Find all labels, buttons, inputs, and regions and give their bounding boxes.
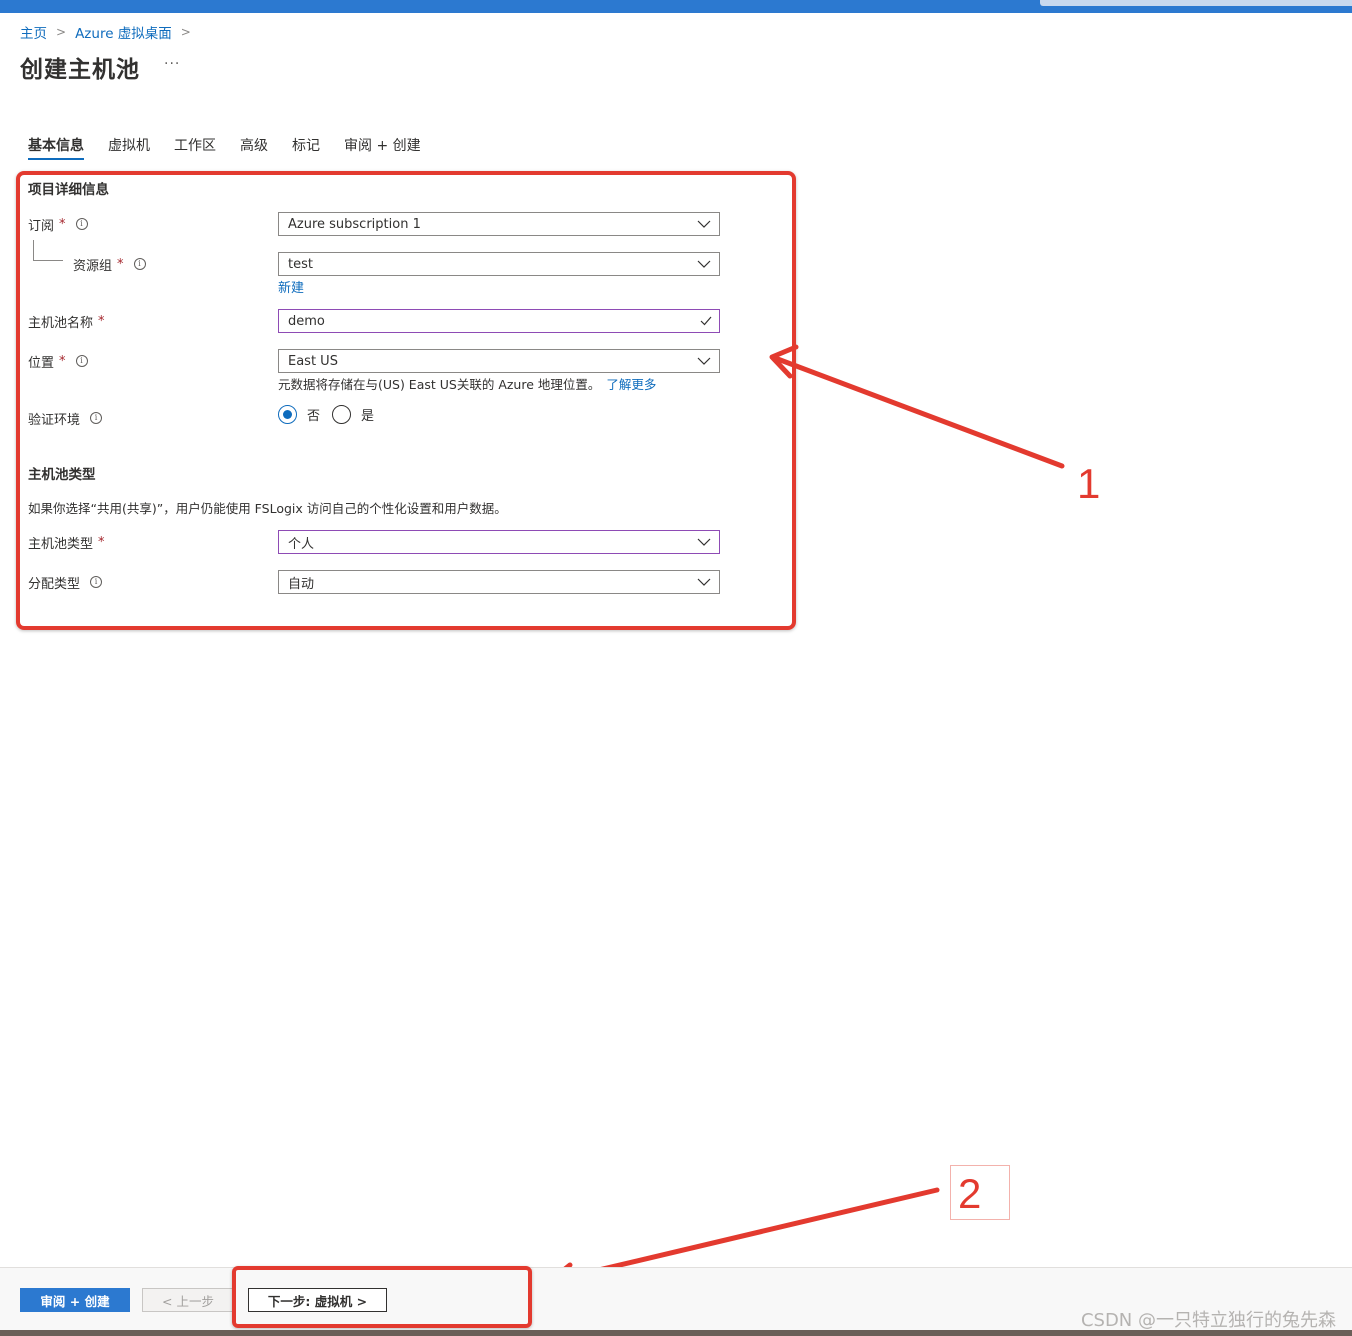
annotation-number-2: 2 [958,1170,982,1217]
tab-tags[interactable]: 标记 [292,135,320,155]
annotation-number-1: 1 [1077,460,1101,507]
tab-basics[interactable]: 基本信息 [28,135,84,155]
page-title: 创建主机池 [20,57,140,83]
portal-top-bar [0,0,1352,13]
annotation-arrow-1-shaft [772,355,1065,469]
more-options-icon[interactable]: ··· [164,56,180,72]
tab-virtual-machines[interactable]: 虚拟机 [108,135,150,155]
breadcrumb-home-link[interactable]: 主页 [20,22,47,42]
wizard-tabs: 基本信息 虚拟机 工作区 高级 标记 审阅 + 创建 [28,135,445,155]
review-create-button[interactable]: 审阅 + 创建 [20,1288,130,1312]
breadcrumb-separator-icon: > [180,25,191,39]
annotation-highlight-box-1 [16,171,796,630]
watermark: CSDN @一只特立独行的兔先森 [1080,1310,1336,1331]
active-tab-indicator [28,158,84,160]
global-search-bar[interactable] [1040,0,1352,6]
breadcrumb-avd-link[interactable]: Azure 虚拟桌面 [75,22,172,42]
breadcrumb: 主页 > Azure 虚拟桌面 > [20,22,200,42]
tab-workspace[interactable]: 工作区 [174,135,216,155]
annotation-highlight-box-2 [232,1266,532,1328]
bottom-edge-strip [0,1330,1352,1336]
breadcrumb-separator-icon: > [56,25,67,39]
tab-advanced[interactable]: 高级 [240,135,268,155]
tab-review-create[interactable]: 审阅 + 创建 [344,135,421,155]
previous-button[interactable]: < 上一步 [142,1288,234,1312]
